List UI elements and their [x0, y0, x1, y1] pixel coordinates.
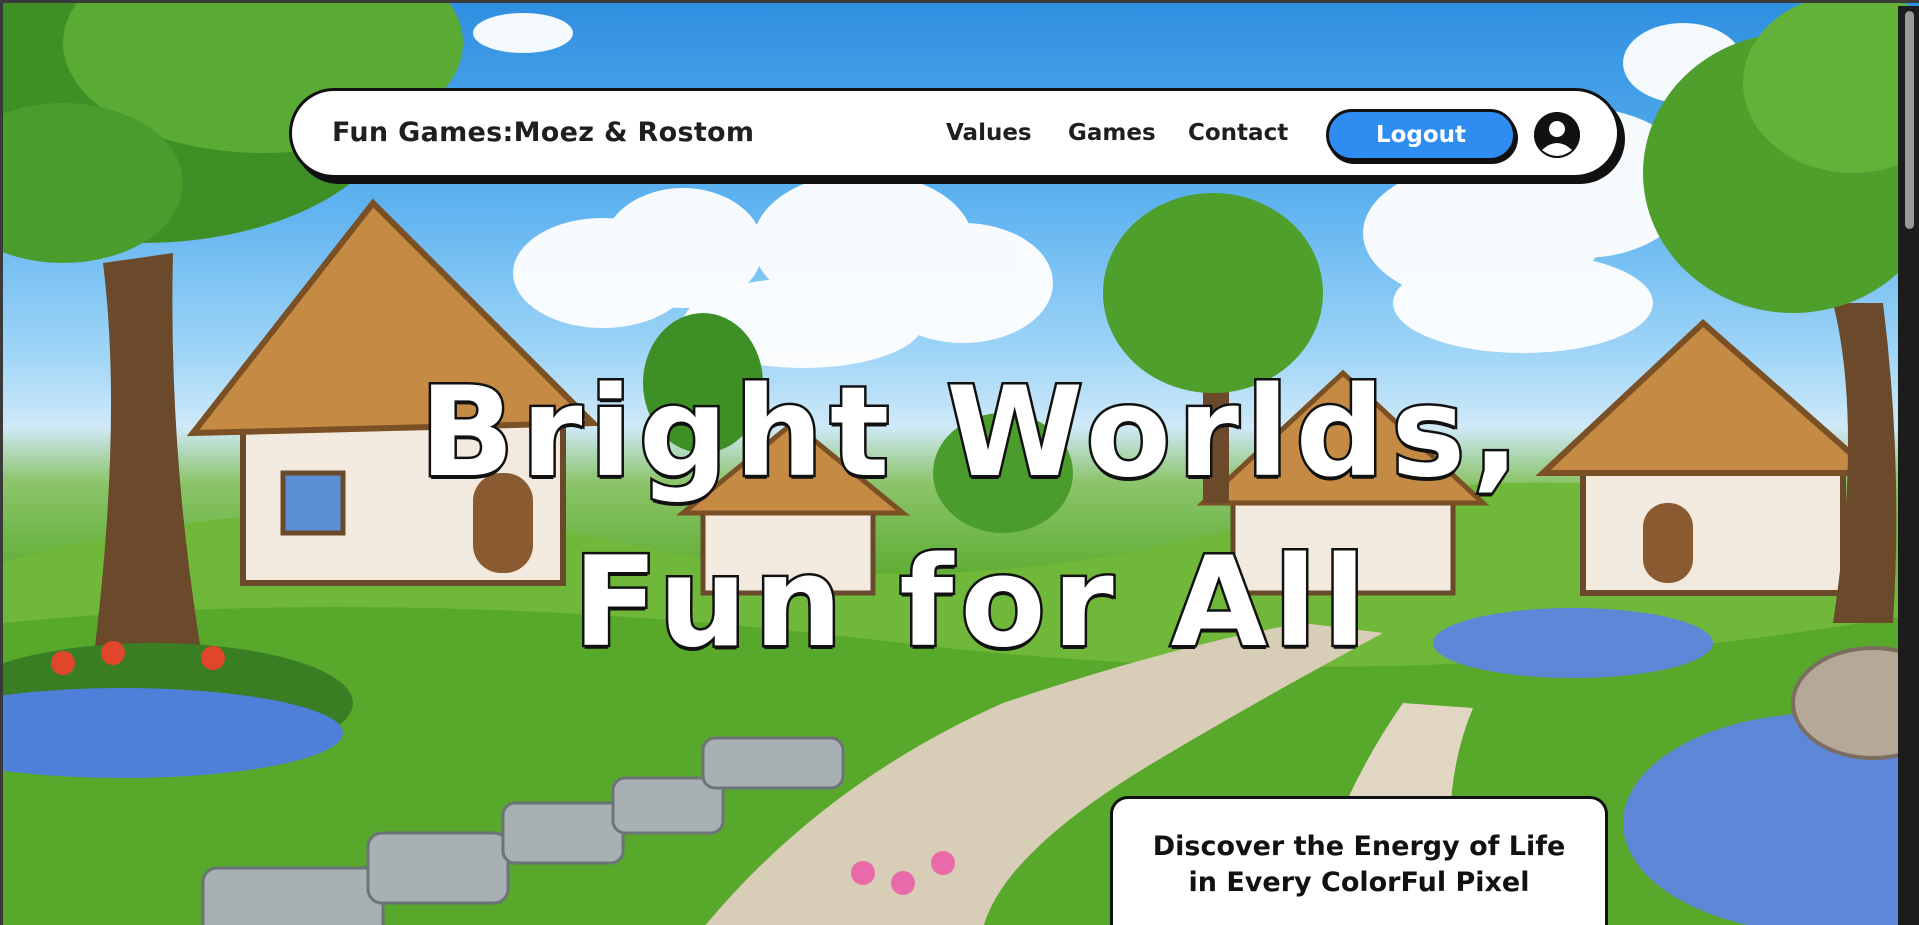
tagline-line-1: Discover the Energy of Life: [1152, 831, 1566, 862]
tagline-line-2: in Every ColorFul Pixel: [1188, 867, 1530, 898]
tagline-card: Discover the Energy of Life in Every Col…: [1110, 796, 1608, 925]
hero-title-line-1: Bright Worlds,: [417, 359, 1527, 508]
page-scrollbar-thumb[interactable]: [1905, 11, 1914, 229]
page-viewport: Fun Games:Moez & Rostom Values Games Con…: [0, 0, 1919, 925]
nav-link-values[interactable]: Values: [946, 120, 1032, 146]
hero-heading: Bright Worlds, Fun for All: [303, 348, 1643, 688]
nav-link-contact[interactable]: Contact: [1188, 120, 1288, 146]
hero-title-line-2: Fun for All: [571, 529, 1373, 678]
logout-button[interactable]: Logout: [1326, 109, 1516, 161]
user-circle-icon[interactable]: [1534, 112, 1580, 158]
nav-link-games[interactable]: Games: [1068, 120, 1156, 146]
brand-title[interactable]: Fun Games:Moez & Rostom: [332, 117, 754, 148]
user-profile-icon: [1534, 112, 1580, 158]
top-navigation-bar: Fun Games:Moez & Rostom Values Games Con…: [289, 88, 1620, 178]
